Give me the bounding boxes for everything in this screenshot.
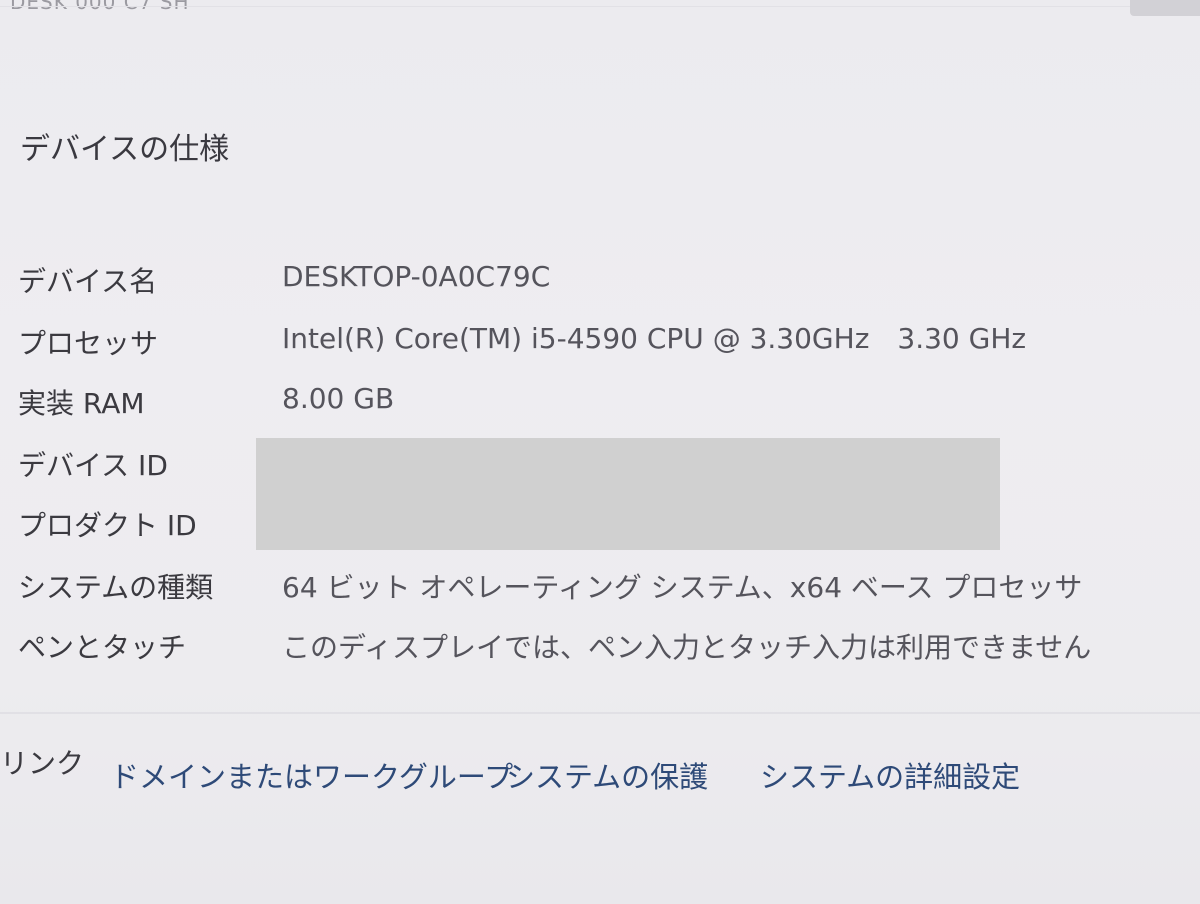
spec-label: プロセッサ (18, 327, 159, 360)
spec-value: このディスプレイでは、ペン入力とタッチ入力は利用できません (282, 631, 1092, 664)
top-divider (0, 6, 1200, 7)
spec-row-processor: プロセッサ Intel(R) Core(TM) i5-4590 CPU @ 3.… (0, 316, 1100, 364)
link-system-protection[interactable]: システムの保護 (506, 754, 708, 796)
redaction-box (256, 438, 1000, 550)
spec-value: 64 ビット オペレーティング システム、x64 ベース プロセッサ (282, 571, 1083, 604)
corner-fragment (1130, 0, 1200, 16)
section-divider (0, 712, 1200, 714)
related-links: リンク ドメインまたはワークグループ システムの保護 システムの詳細設定 (0, 740, 1200, 800)
processor-speed: 3.30 GHz (897, 322, 1027, 355)
spec-row-pen-touch: ペンとタッチ このディスプレイでは、ペン入力とタッチ入力は利用できません (0, 620, 1100, 668)
spec-label: ペンとタッチ (18, 631, 187, 664)
spec-label: システムの種類 (18, 571, 214, 604)
spec-label: プロダクト ID (18, 509, 197, 542)
spec-label: デバイス名 (18, 265, 158, 298)
spec-value: Intel(R) Core(TM) i5-4590 CPU @ 3.30GHz 3… (282, 322, 1026, 355)
section-title: デバイスの仕様 (20, 132, 230, 167)
top-fragment: DESK 000 C7 SH (0, 0, 1200, 18)
spec-label: デバイス ID (18, 449, 168, 482)
link-domain-workgroup[interactable]: ドメインまたはワークグループ (110, 754, 513, 796)
spec-row-device-name: デバイス名 DESKTOP-0A0C79C (0, 254, 1100, 302)
spec-row-ram: 実装 RAM 8.00 GB (0, 376, 1100, 424)
top-fragment-text: DESK 000 C7 SH (10, 0, 190, 14)
link-advanced-system-settings[interactable]: システムの詳細設定 (760, 754, 1020, 796)
spec-value: DESKTOP-0A0C79C (282, 260, 551, 293)
spec-label: 実装 RAM (18, 387, 145, 420)
spec-row-system-type: システムの種類 64 ビット オペレーティング システム、x64 ベース プロセ… (0, 560, 1100, 608)
spec-value: 8.00 GB (282, 382, 395, 415)
processor-name: Intel(R) Core(TM) i5-4590 CPU @ 3.30GHz (282, 322, 870, 355)
links-label: リンク (0, 747, 85, 780)
